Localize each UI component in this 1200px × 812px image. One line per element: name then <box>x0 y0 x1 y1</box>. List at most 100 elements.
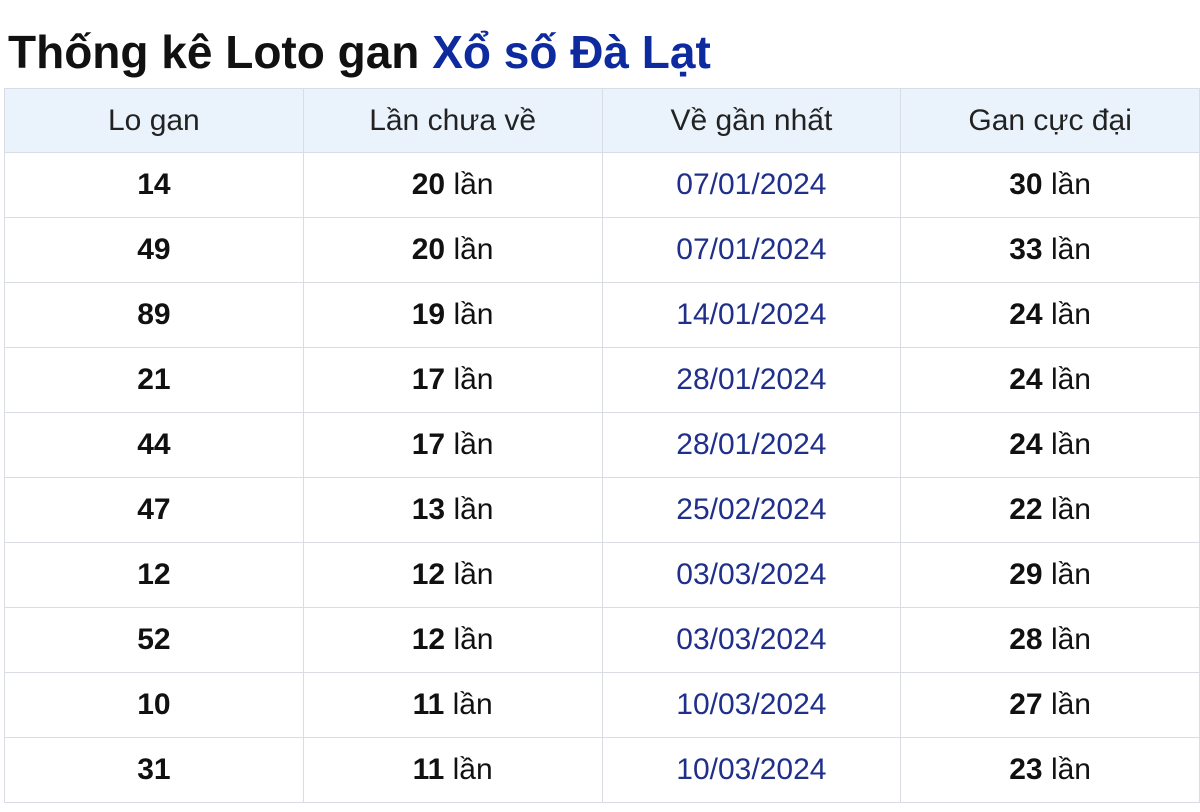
header-lo-gan: Lo gan <box>4 88 304 153</box>
header-ve-gan-nhat: Về gần nhất <box>601 88 902 153</box>
lan-unit: lần <box>1050 493 1091 526</box>
lan-chua-ve-count: 20 <box>411 233 446 266</box>
ve-gan-nhat-cell: 03/03/2024 <box>601 607 902 673</box>
lan-chua-ve-cell: 17 lần <box>302 347 603 413</box>
lo-gan-cell: 21 <box>4 347 304 413</box>
lo-number: 12 <box>137 558 171 591</box>
page-title-prefix: Thống kê Loto gan <box>8 26 420 78</box>
page-title-accent-link[interactable]: Xổ số Đà Lạt <box>432 26 711 78</box>
lan-chua-ve-cell: 20 lần <box>302 152 603 218</box>
gan-cuc-dai-cell: 27 lần <box>900 672 1200 738</box>
lan-unit: lần <box>1050 428 1091 461</box>
lan-unit: lần <box>453 493 494 526</box>
lo-number: 10 <box>137 688 171 721</box>
lo-number: 47 <box>137 493 171 526</box>
lan-unit: lần <box>1050 623 1091 656</box>
lo-gan-cell: 12 <box>4 542 304 608</box>
gan-cuc-dai-count: 28 <box>1009 623 1043 656</box>
lan-unit: lần <box>1050 688 1091 721</box>
lan-unit: lần <box>1050 168 1091 201</box>
lan-unit: lần <box>453 233 494 266</box>
lan-chua-ve-cell: 12 lần <box>302 542 603 608</box>
table-row: 52 12 lần 03/03/2024 28 lần <box>4 607 1200 673</box>
lan-unit: lần <box>453 623 494 656</box>
lo-number: 44 <box>137 428 171 461</box>
table-row: 14 20 lần 07/01/2024 30 lần <box>4 152 1200 218</box>
lan-chua-ve-cell: 20 lần <box>302 217 603 283</box>
ve-gan-nhat-date: 14/01/2024 <box>676 298 827 331</box>
gan-cuc-dai-count: 33 <box>1009 233 1043 266</box>
lan-unit: lần <box>1050 233 1091 266</box>
gan-cuc-dai-count: 24 <box>1009 428 1043 461</box>
lan-unit: lần <box>1050 363 1091 396</box>
lan-chua-ve-count: 11 <box>412 688 445 721</box>
gan-cuc-dai-cell: 24 lần <box>900 347 1200 413</box>
lan-chua-ve-cell: 17 lần <box>302 412 603 478</box>
table-header-row: Lo gan Lần chưa về Về gần nhất Gan cực đ… <box>4 88 1200 153</box>
lo-gan-cell: 49 <box>4 217 304 283</box>
lan-chua-ve-count: 19 <box>411 298 446 331</box>
gan-cuc-dai-count: 24 <box>1009 363 1043 396</box>
ve-gan-nhat-date: 25/02/2024 <box>676 493 827 526</box>
gan-cuc-dai-cell: 24 lần <box>900 282 1200 348</box>
lo-gan-cell: 14 <box>4 152 304 218</box>
ve-gan-nhat-cell: 03/03/2024 <box>601 542 902 608</box>
gan-cuc-dai-cell: 23 lần <box>900 737 1200 803</box>
lan-chua-ve-count: 12 <box>411 623 446 656</box>
header-gan-cuc-dai: Gan cực đại <box>900 88 1200 153</box>
lo-number: 89 <box>137 298 171 331</box>
table-row: 47 13 lần 25/02/2024 22 lần <box>4 477 1200 543</box>
lan-unit: lần <box>1050 558 1091 591</box>
ve-gan-nhat-date: 28/01/2024 <box>676 428 827 461</box>
lan-chua-ve-cell: 12 lần <box>302 607 603 673</box>
lan-unit: lần <box>452 688 493 721</box>
lan-unit: lần <box>452 753 493 786</box>
lan-unit: lần <box>453 428 494 461</box>
lan-chua-ve-count: 11 <box>412 753 445 786</box>
ve-gan-nhat-date: 28/01/2024 <box>676 363 827 396</box>
table-body: 14 20 lần 07/01/2024 30 lần 49 20 lần 07/01/20… <box>4 152 1200 803</box>
lan-unit: lần <box>453 168 494 201</box>
table-row: 44 17 lần 28/01/2024 24 lần <box>4 412 1200 478</box>
lan-chua-ve-count: 13 <box>411 493 446 526</box>
lo-gan-cell: 52 <box>4 607 304 673</box>
gan-cuc-dai-cell: 24 lần <box>900 412 1200 478</box>
gan-cuc-dai-cell: 28 lần <box>900 607 1200 673</box>
lan-unit: lần <box>453 558 494 591</box>
lo-number: 52 <box>137 623 171 656</box>
gan-cuc-dai-cell: 22 lần <box>900 477 1200 543</box>
gan-cuc-dai-count: 23 <box>1009 753 1043 786</box>
table-row: 12 12 lần 03/03/2024 29 lần <box>4 542 1200 608</box>
lan-unit: lần <box>453 363 494 396</box>
ve-gan-nhat-date: 03/03/2024 <box>676 623 827 656</box>
ve-gan-nhat-date: 07/01/2024 <box>676 233 827 266</box>
lo-gan-cell: 89 <box>4 282 304 348</box>
lan-chua-ve-count: 17 <box>411 428 446 461</box>
gan-cuc-dai-cell: 29 lần <box>900 542 1200 608</box>
lan-chua-ve-count: 12 <box>411 558 446 591</box>
ve-gan-nhat-cell: 28/01/2024 <box>601 412 902 478</box>
gan-cuc-dai-count: 22 <box>1009 493 1043 526</box>
ve-gan-nhat-date: 10/03/2024 <box>676 688 827 721</box>
lan-chua-ve-cell: 11 lần <box>302 737 603 803</box>
gan-cuc-dai-cell: 30 lần <box>900 152 1200 218</box>
gan-cuc-dai-count: 30 <box>1009 168 1043 201</box>
table-row: 10 11 lần 10/03/2024 27 lần <box>4 672 1200 738</box>
ve-gan-nhat-cell: 10/03/2024 <box>601 672 902 738</box>
lan-chua-ve-cell: 13 lần <box>302 477 603 543</box>
lo-gan-cell: 10 <box>4 672 304 738</box>
page-title: Thống kê Loto gan Xổ số Đà Lạt <box>8 22 711 82</box>
lan-unit: lần <box>453 298 494 331</box>
lan-chua-ve-cell: 19 lần <box>302 282 603 348</box>
gan-cuc-dai-count: 27 <box>1009 688 1043 721</box>
table-row: 21 17 lần 28/01/2024 24 lần <box>4 347 1200 413</box>
lan-unit: lần <box>1050 753 1091 786</box>
lo-number: 14 <box>137 168 171 201</box>
lan-unit: lần <box>1050 298 1091 331</box>
table-row: 31 11 lần 10/03/2024 23 lần <box>4 737 1200 803</box>
gan-cuc-dai-count: 29 <box>1009 558 1043 591</box>
ve-gan-nhat-cell: 07/01/2024 <box>601 152 902 218</box>
gan-cuc-dai-count: 24 <box>1009 298 1043 331</box>
lan-chua-ve-count: 20 <box>411 168 446 201</box>
lo-number: 49 <box>137 233 171 266</box>
